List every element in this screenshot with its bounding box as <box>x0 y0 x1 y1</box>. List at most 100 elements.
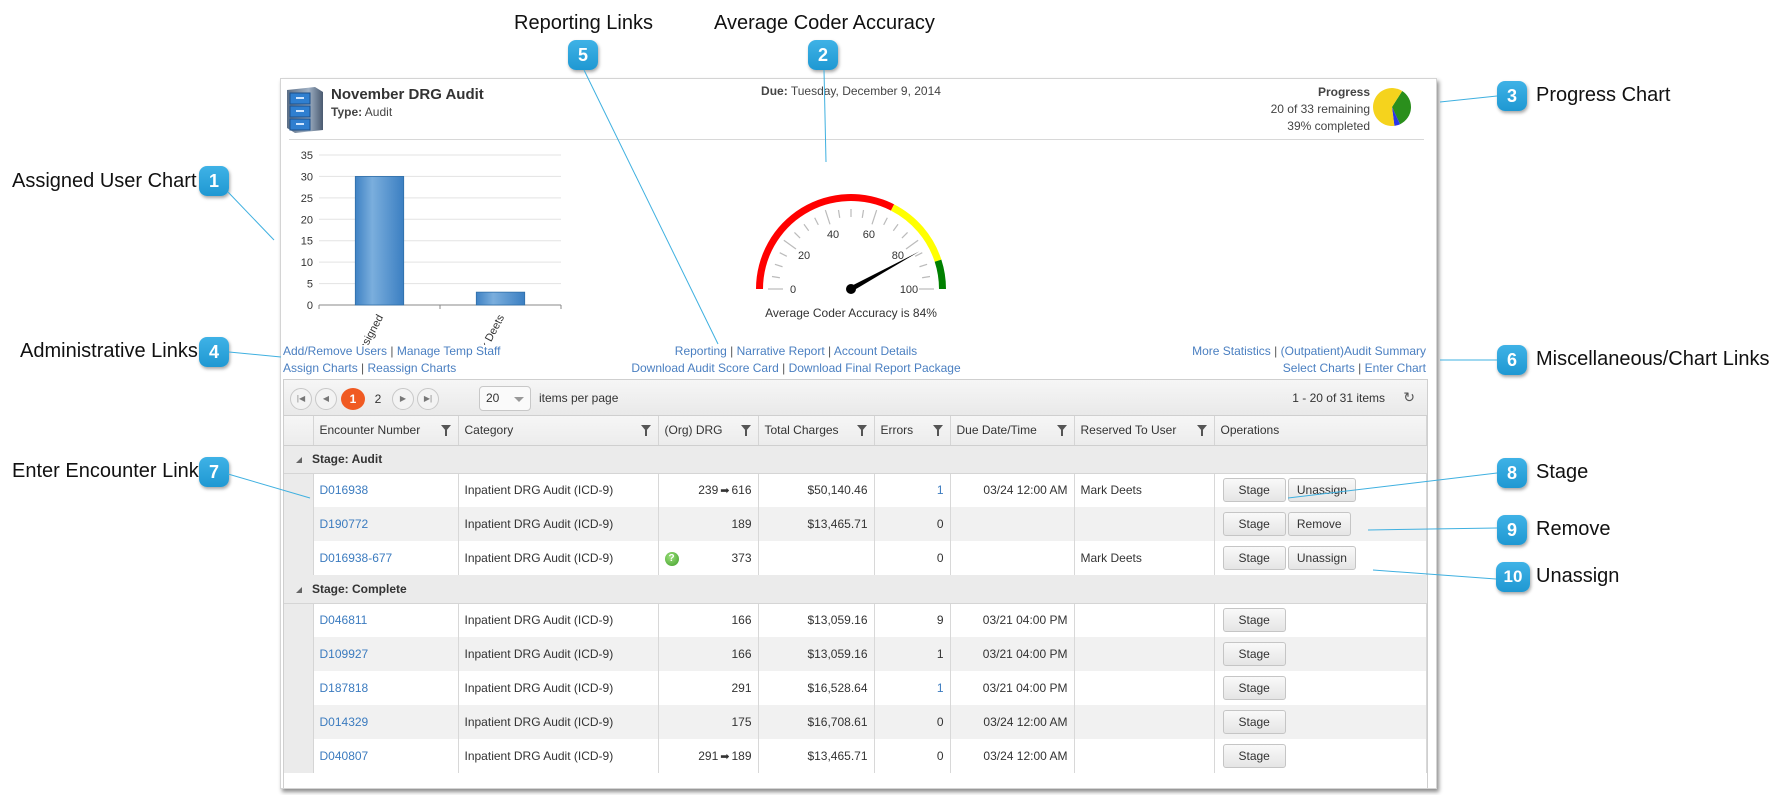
last-page-button[interactable]: ▶| <box>417 388 439 410</box>
table-row: D014329 Inpatient DRG Audit (ICD-9) 175 $16… <box>284 705 1427 739</box>
enter-chart-link[interactable]: Enter Chart <box>1365 361 1426 375</box>
filter-icon[interactable] <box>1056 425 1067 436</box>
due-date: Due: Tuesday, December 9, 2014 <box>701 84 1001 98</box>
assign-charts-link[interactable]: Assign Charts <box>283 361 358 375</box>
link-separator: | <box>828 344 832 358</box>
y-tick-label: 25 <box>301 193 313 205</box>
encounter-grid: |◀ ◀ 1 2 ▶ ▶| 20 items per page 1 - 20 o… <box>283 379 1428 788</box>
errors-link[interactable]: 1 <box>937 681 944 695</box>
encounter-link[interactable]: D109927 <box>320 647 369 661</box>
header-due-date[interactable]: Due Date/Time <box>950 416 1075 446</box>
filter-icon[interactable] <box>932 425 943 436</box>
link-separator: | <box>361 361 365 375</box>
filter-icon[interactable] <box>1196 425 1207 436</box>
callout-badge-4: 4 <box>199 337 229 367</box>
reserved-cell: Mark Deets <box>1074 473 1215 507</box>
unassign-button[interactable]: Unassign <box>1287 478 1356 503</box>
errors-cell[interactable]: 1 <box>874 671 951 705</box>
stage-button[interactable]: Stage <box>1222 744 1286 768</box>
table-row: D016938 Inpatient DRG Audit (ICD-9) 239 ➡ 61… <box>284 473 1427 507</box>
encounter-link[interactable]: D190772 <box>320 517 369 531</box>
filter-icon[interactable] <box>440 425 451 436</box>
collapse-triangle-icon[interactable] <box>296 586 302 593</box>
remove-button[interactable]: Remove <box>1287 512 1351 536</box>
y-tick-label: 15 <box>301 236 313 248</box>
manage-temp-staff-link[interactable]: Manage Temp Staff <box>397 344 501 358</box>
unassign-button[interactable]: Unassign <box>1287 546 1356 570</box>
header-errors[interactable]: Errors <box>874 416 951 446</box>
encounter-link[interactable]: D040807 <box>320 749 369 763</box>
page-2-button[interactable]: 2 <box>366 388 390 410</box>
download-final-report-package-link[interactable]: Download Final Report Package <box>789 361 961 375</box>
table-row: D046811 Inpatient DRG Audit (ICD-9) 166 $13… <box>284 603 1427 637</box>
reporting-link[interactable]: Reporting <box>675 344 727 358</box>
header-category[interactable]: Category <box>458 416 659 446</box>
callout-label-7: Enter Encounter Link <box>12 460 199 482</box>
first-page-button[interactable]: |◀ <box>290 388 312 410</box>
callout-badge-8: 8 <box>1497 458 1527 488</box>
due-cell: 03/21 04:00 PM <box>950 671 1075 705</box>
stage-button[interactable]: Stage <box>1222 710 1286 734</box>
filter-icon[interactable] <box>640 425 651 436</box>
audit-title: November DRG Audit <box>331 86 484 103</box>
collapse-triangle-icon[interactable] <box>296 456 302 463</box>
account-details-link[interactable]: Account Details <box>834 344 917 358</box>
gauge-tick <box>794 232 801 239</box>
stage-button[interactable]: Stage <box>1222 546 1286 570</box>
x-tick-label: Mark Deets <box>470 312 507 345</box>
y-tick-label: 10 <box>301 257 313 269</box>
outpatient-audit-summary-link[interactable]: (Outpatient)Audit Summary <box>1281 344 1426 358</box>
progress-pie-chart[interactable] <box>1372 87 1412 127</box>
errors-cell[interactable]: 1 <box>874 473 951 507</box>
header-encounter-number[interactable]: Encounter Number <box>313 416 459 446</box>
stage-button[interactable]: Stage <box>1222 642 1286 666</box>
encounter-cell: D190772 <box>313 507 459 541</box>
add-remove-users-link[interactable]: Add/Remove Users <box>283 344 387 358</box>
encounter-link[interactable]: D187818 <box>320 681 369 695</box>
gauge-tick-label: 20 <box>798 250 810 262</box>
refresh-icon[interactable]: ↻ <box>1403 389 1415 406</box>
errors-cell: 0 <box>874 507 951 541</box>
header-rail <box>284 416 314 446</box>
gauge-tick <box>922 275 931 279</box>
page-size-select[interactable]: 20 <box>479 386 531 411</box>
gauge-tick <box>783 239 797 250</box>
encounter-link[interactable]: D016938-677 <box>320 551 393 565</box>
due-cell <box>950 541 1075 575</box>
gauge-hub <box>846 284 856 294</box>
stage-button[interactable]: Stage <box>1222 676 1286 700</box>
more-statistics-link[interactable]: More Statistics <box>1192 344 1271 358</box>
question-icon[interactable]: ? <box>664 551 679 566</box>
stage-button[interactable]: Stage <box>1222 478 1286 503</box>
encounter-link[interactable]: D016938 <box>320 483 369 497</box>
stage-button[interactable]: Stage <box>1222 608 1286 633</box>
download-audit-score-card-link[interactable]: Download Audit Score Card <box>631 361 778 375</box>
encounter-link[interactable]: D046811 <box>320 613 368 627</box>
select-charts-link[interactable]: Select Charts <box>1283 361 1355 375</box>
group-label: Stage: Audit <box>312 452 383 466</box>
audit-type: Type: Audit <box>331 105 392 119</box>
gauge-tick <box>905 239 919 250</box>
header-total-charges[interactable]: Total Charges <box>758 416 875 446</box>
reassign-charts-link[interactable]: Reassign Charts <box>368 361 457 375</box>
narrative-report-link[interactable]: Narrative Report <box>737 344 825 358</box>
filter-icon[interactable] <box>740 425 751 436</box>
drg-cell: 189 <box>658 507 759 541</box>
bar-unassigned[interactable] <box>354 176 405 306</box>
drg-value: 175 <box>731 715 752 729</box>
drg-value: 166 <box>731 647 752 661</box>
encounter-link[interactable]: D014329 <box>320 715 369 729</box>
bar-mark-deets[interactable] <box>475 291 526 306</box>
next-page-button[interactable]: ▶ <box>392 388 414 410</box>
stage-button[interactable]: Stage <box>1222 512 1286 536</box>
gauge-tick-label: 100 <box>900 284 918 296</box>
page-1-button[interactable]: 1 <box>341 388 365 410</box>
link-separator: | <box>390 344 394 358</box>
callout-label-5: Reporting Links <box>514 12 653 34</box>
header-reserved-to-user[interactable]: Reserved To User <box>1074 416 1215 446</box>
prev-page-button[interactable]: ◀ <box>315 388 337 410</box>
header-org-drg[interactable]: (Org) DRG <box>658 416 759 446</box>
group-row: Stage: Audit <box>284 445 1427 474</box>
errors-link[interactable]: 1 <box>937 483 944 497</box>
filter-icon[interactable] <box>856 425 867 436</box>
